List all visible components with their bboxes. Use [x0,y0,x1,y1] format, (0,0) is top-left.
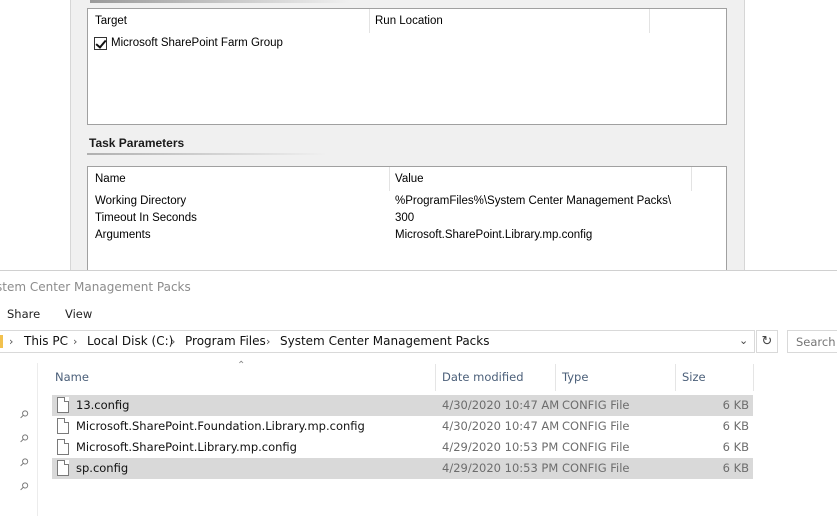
column-separator[interactable] [435,364,436,391]
file-icon [57,460,69,476]
column-separator[interactable] [675,364,676,391]
column-header-type[interactable]: Type [562,370,588,384]
file-type: CONFIG File [562,398,630,412]
ribbon-tab-view[interactable]: View [65,307,92,321]
column-header-run-location[interactable]: Run Location [375,15,443,27]
navigation-pane[interactable]: ⚲ ⚲ ⚲ ⚲ [0,363,38,516]
param-name: Working Directory [95,195,187,207]
pin-icon[interactable]: ⚲ [17,431,32,446]
section-title-task-parameters: Task Parameters [89,136,185,150]
file-size: 6 KB [722,398,749,412]
target-name: Microsoft SharePoint Farm Group [111,37,283,49]
column-header-target[interactable]: Target [95,15,127,27]
breadcrumb-local-disk[interactable]: Local Disk (C:) [87,334,173,348]
window-title: stem Center Management Packs [0,280,191,294]
task-parameters-list[interactable]: Name Value Working Directory %ProgramFil… [87,166,727,272]
file-size: 6 KB [722,461,749,475]
file-name: sp.config [76,461,129,475]
chevron-right-icon[interactable]: › [171,335,175,348]
column-separator[interactable] [649,9,650,33]
folder-icon [0,335,3,348]
column-separator[interactable] [369,9,370,33]
file-name: Microsoft.SharePoint.Foundation.Library.… [76,419,365,433]
column-header-value[interactable]: Value [395,173,424,185]
chevron-down-icon[interactable]: ⌄ [739,334,748,347]
param-row[interactable]: Arguments Microsoft.SharePoint.Library.m… [95,228,715,245]
column-header-date-modified[interactable]: Date modified [442,370,524,384]
file-row[interactable]: sp.config 4/29/2020 10:53 PM CONFIG File… [52,458,753,479]
pin-icon[interactable]: ⚲ [17,407,32,422]
file-type: CONFIG File [562,461,630,475]
file-icon [57,397,69,413]
param-row[interactable]: Timeout In Seconds 300 [95,211,715,228]
ribbon-tab-share[interactable]: Share [7,307,40,321]
file-type: CONFIG File [562,419,630,433]
column-separator[interactable] [555,364,556,391]
file-size: 6 KB [722,419,749,433]
file-row[interactable]: Microsoft.SharePoint.Foundation.Library.… [52,416,753,437]
chevron-right-icon[interactable]: › [266,335,270,348]
column-header-name[interactable]: Name [95,173,126,185]
target-list[interactable]: Target Run Location Microsoft SharePoint… [87,8,727,125]
pin-icon[interactable]: ⚲ [17,479,32,494]
file-icon [57,439,69,455]
target-checkbox[interactable] [94,37,107,50]
param-value: %ProgramFiles%\System Center Management … [395,195,672,207]
params-list-header: Name Value [88,167,726,191]
file-date-modified: 4/29/2020 10:53 PM [442,440,559,454]
breadcrumb-program-files[interactable]: Program Files [185,334,266,348]
column-header-size[interactable]: Size [682,370,706,384]
file-date-modified: 4/30/2020 10:47 AM [442,419,560,433]
file-icon [57,418,69,434]
search-box[interactable] [787,330,837,353]
file-row[interactable]: 13.config 4/30/2020 10:47 AM CONFIG File… [52,395,753,416]
param-row[interactable]: Working Directory %ProgramFiles%\System … [95,194,715,211]
target-row[interactable]: Microsoft SharePoint Farm Group [111,36,711,53]
file-row[interactable]: Microsoft.SharePoint.Library.mp.config 4… [52,437,753,458]
column-separator[interactable] [389,167,390,191]
pin-icon[interactable]: ⚲ [17,455,32,470]
section-divider [87,153,327,155]
chevron-right-icon[interactable]: › [9,335,13,348]
refresh-button[interactable]: ↻ [756,330,778,353]
param-name: Timeout In Seconds [95,212,197,224]
target-list-header: Target Run Location [88,9,726,33]
column-header-name[interactable]: Name [55,370,89,384]
file-name: 13.config [76,398,130,412]
search-input[interactable] [788,331,837,352]
file-type: CONFIG File [562,440,630,454]
param-value: Microsoft.SharePoint.Library.mp.config [395,229,593,241]
column-separator[interactable] [691,167,692,191]
file-name: Microsoft.SharePoint.Library.mp.config [76,440,297,454]
breadcrumb-current-folder[interactable]: System Center Management Packs [280,334,489,348]
file-date-modified: 4/30/2020 10:47 AM [442,398,560,412]
dialog-divider [90,0,350,3]
file-date-modified: 4/29/2020 10:53 PM [442,461,559,475]
column-separator[interactable] [753,364,754,391]
file-explorer-window: stem Center Management Packs Share View … [0,270,837,516]
sort-ascending-icon: ⌃ [237,360,246,371]
chevron-right-icon[interactable]: › [73,335,77,348]
file-size: 6 KB [722,440,749,454]
param-value: 300 [395,212,415,224]
breadcrumb-this-pc[interactable]: This PC [24,334,68,348]
param-name: Arguments [95,229,151,241]
